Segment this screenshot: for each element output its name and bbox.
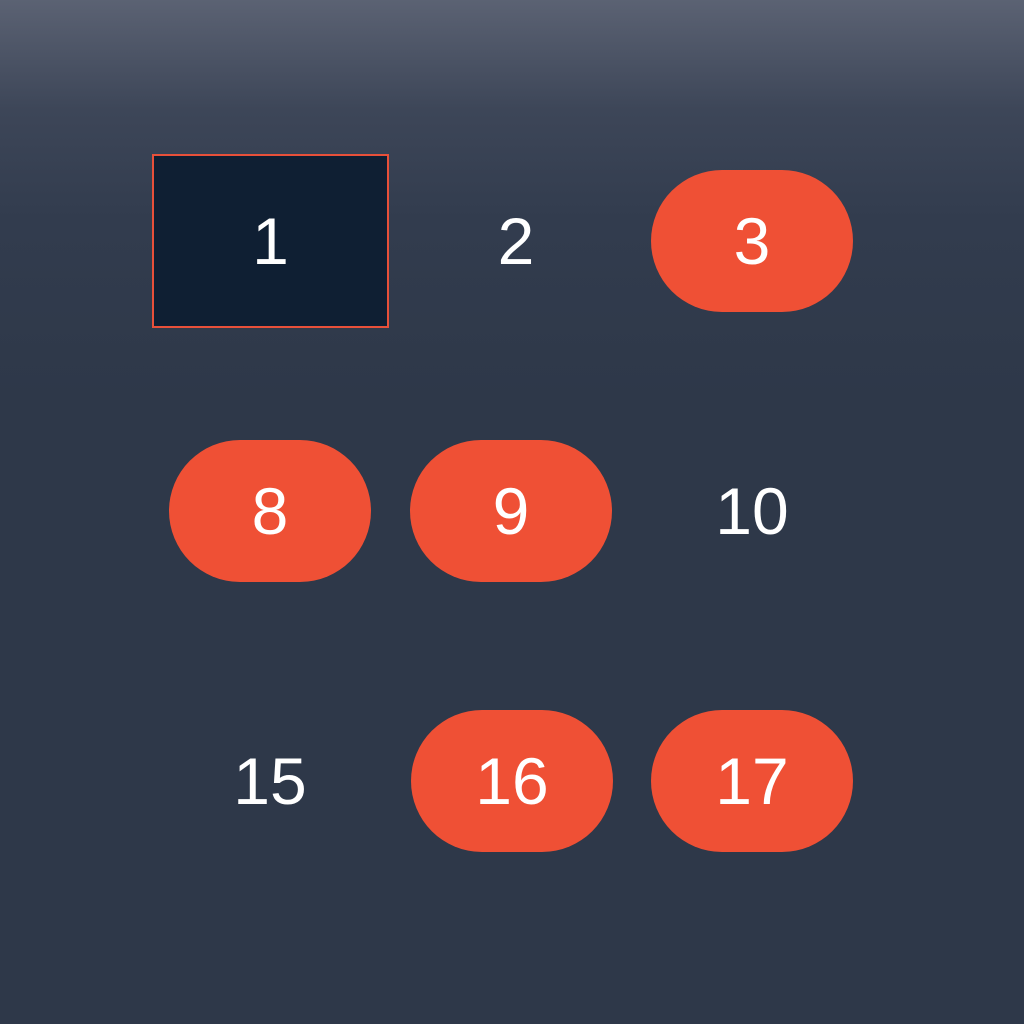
grid-cell-3[interactable]: 3 <box>651 170 853 312</box>
grid-cell-17[interactable]: 17 <box>651 710 853 852</box>
number-grid-screen: 1 2 3 8 9 10 15 16 17 <box>0 0 1024 1024</box>
grid-cell-15[interactable]: 15 <box>169 710 371 852</box>
grid-cell-2[interactable]: 2 <box>415 170 617 312</box>
grid-cell-1[interactable]: 1 <box>152 154 389 328</box>
grid-cell-10[interactable]: 10 <box>651 440 853 582</box>
grid-cell-8[interactable]: 8 <box>169 440 371 582</box>
grid-cell-9[interactable]: 9 <box>410 440 612 582</box>
grid-cell-16[interactable]: 16 <box>411 710 613 852</box>
